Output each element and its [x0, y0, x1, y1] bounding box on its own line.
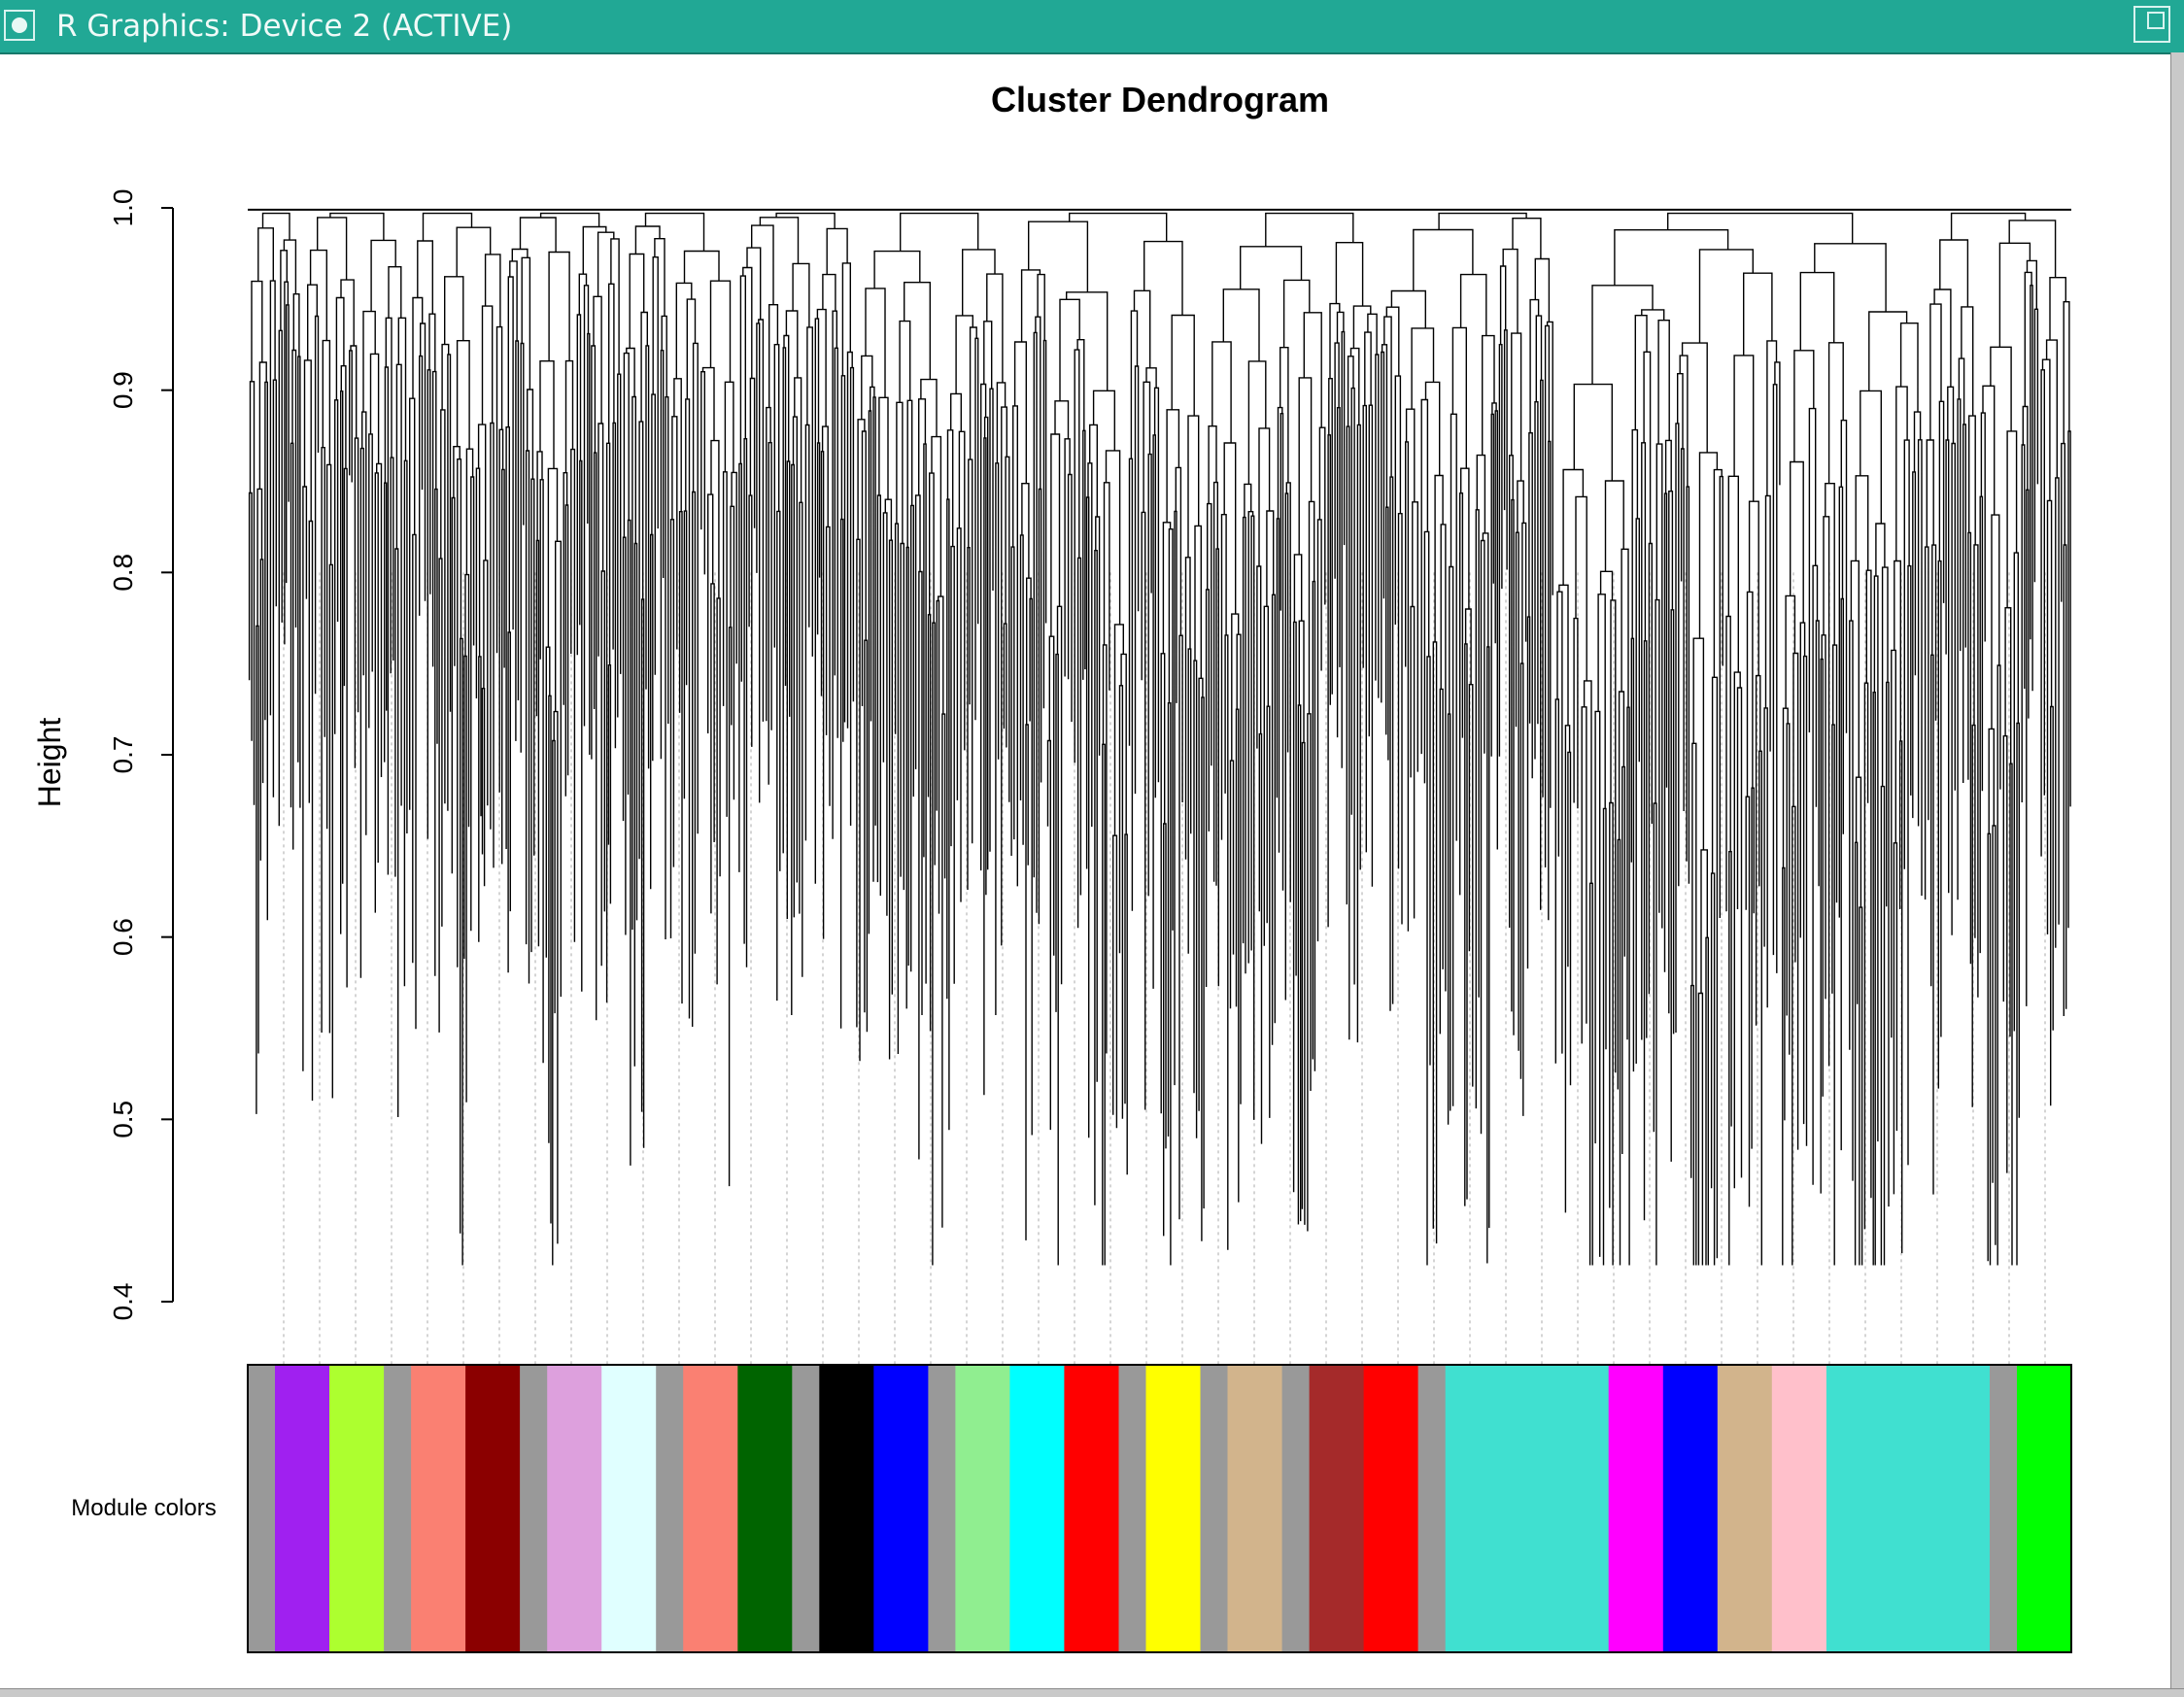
module-color-greenyellow	[329, 1365, 385, 1652]
module-color-lightgreen	[955, 1365, 1010, 1652]
module-color-brown	[1309, 1365, 1365, 1652]
module-color-blue	[1662, 1365, 1719, 1652]
module-color-grey	[1118, 1365, 1146, 1652]
module-color-salmon	[683, 1365, 738, 1652]
window-frame-right[interactable]	[2170, 52, 2184, 1696]
window-title: R Graphics: Device 2 (ACTIVE)	[56, 9, 513, 44]
y-tick-label: 0.5	[108, 1101, 138, 1138]
y-tick-label: 1.0	[108, 189, 138, 227]
module-color-grey	[1990, 1365, 2018, 1652]
module-color-grey	[656, 1365, 684, 1652]
module-color-grey	[1200, 1365, 1228, 1652]
dendrogram	[248, 208, 2071, 1266]
window-titlebar[interactable]: R Graphics: Device 2 (ACTIVE)	[0, 0, 2184, 54]
y-tick-label: 0.8	[108, 554, 138, 592]
module-color-magenta	[1608, 1365, 1664, 1652]
module-color-pink	[1771, 1365, 1827, 1652]
module-color-lightcyan	[601, 1365, 657, 1652]
y-tick-label: 0.6	[108, 918, 138, 956]
module-color-turquoise	[1445, 1365, 1610, 1652]
module-color-purple	[275, 1365, 330, 1652]
module-color-grey	[1417, 1365, 1447, 1652]
module-color-grey	[1281, 1365, 1311, 1652]
window-menu-icon[interactable]	[4, 10, 35, 41]
chart-title: Cluster Dendrogram	[991, 80, 1329, 119]
module-color-grey	[520, 1365, 548, 1652]
module-color-tan	[1227, 1365, 1282, 1652]
module-color-yellow	[1145, 1365, 1201, 1652]
module-color-black	[819, 1365, 874, 1652]
module-color-plum	[547, 1365, 602, 1652]
module-colors-bar	[247, 1364, 2072, 1653]
plot-area: Cluster Dendrogram Height 0.40.50.60.70.…	[32, 80, 2072, 1653]
module-colors-label: Module colors	[71, 1495, 216, 1521]
module-color-cyan	[1009, 1365, 1065, 1652]
module-color-grey	[792, 1365, 820, 1652]
module-color-tan	[1717, 1365, 1773, 1652]
module-color-red	[1064, 1365, 1119, 1652]
dendrogram-branches	[248, 212, 2071, 1266]
y-axis-label: Height	[32, 718, 67, 808]
module-color-darkred	[465, 1365, 521, 1652]
y-tick-label: 0.4	[108, 1283, 138, 1321]
module-color-darkgreen	[737, 1365, 793, 1652]
module-color-turquoise	[1826, 1365, 1991, 1652]
y-tick-label: 0.7	[108, 736, 138, 774]
maximize-icon[interactable]	[2133, 6, 2170, 43]
module-color-blue	[873, 1365, 929, 1652]
module-color-grey	[384, 1365, 412, 1652]
module-color-red	[1363, 1365, 1419, 1652]
module-color-salmon	[411, 1365, 466, 1652]
module-color-green	[2017, 1365, 2072, 1652]
module-color-grey	[928, 1365, 956, 1652]
y-tick-label: 0.9	[108, 371, 138, 409]
module-color-grey	[248, 1365, 276, 1652]
y-axis: 0.4 0.5 0.6 0.7 0.8 0.9 1.0	[108, 189, 174, 1321]
